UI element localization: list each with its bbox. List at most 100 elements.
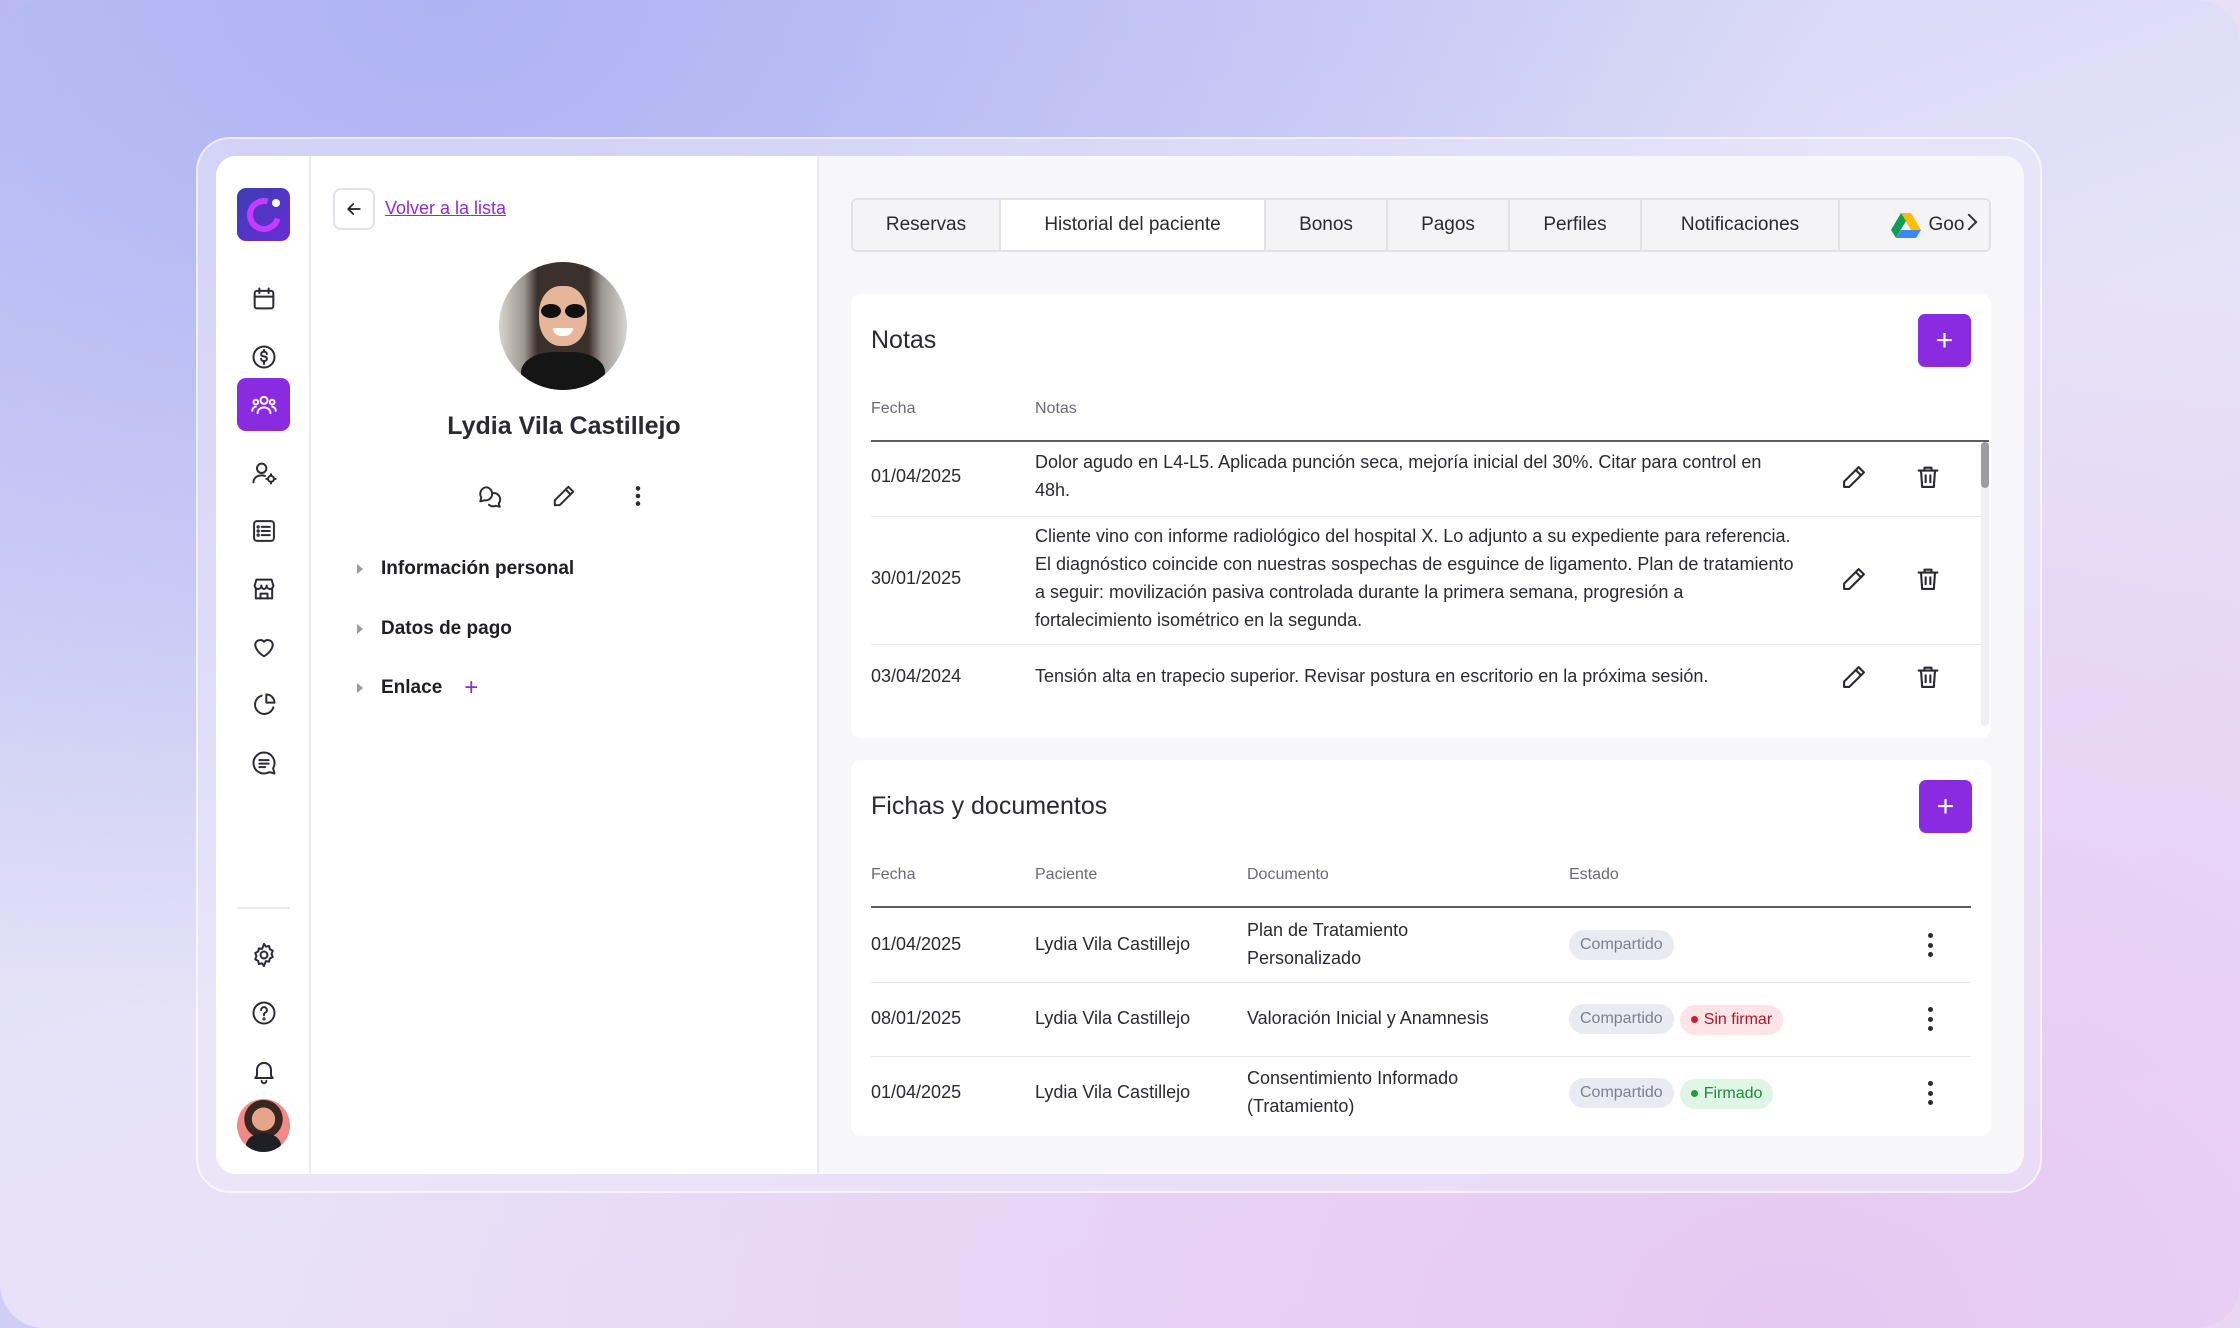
trash-icon[interactable] [1913,662,1943,692]
tab-historial[interactable]: Historial del paciente [1001,200,1266,250]
doc-name: Consentimiento Informado (Tratamiento) [1247,1068,1459,1116]
heart-icon[interactable] [237,620,290,673]
calendar-icon[interactable] [237,272,290,325]
bell-icon[interactable] [237,1044,290,1097]
scrollbar-thumb[interactable] [1981,442,1989,488]
accordion-link[interactable]: Enlace + [357,676,478,700]
patient-profile-panel: Volver a la lista Lydia Vila Castillejo … [311,156,819,1174]
message-lines-icon[interactable] [237,736,290,789]
pie-chart-icon[interactable] [237,678,290,731]
app-logo[interactable] [237,188,290,241]
tab-pagos[interactable]: Pagos [1388,200,1510,250]
arrow-left-icon [347,203,361,215]
status-badge-signed: Firmado [1679,1078,1774,1109]
doc-date: 01/04/2025 [871,934,962,954]
trash-icon[interactable] [1913,462,1943,492]
nav-rail [216,156,311,1174]
docs-header-status: Estado [1569,866,1619,883]
list-icon[interactable] [237,504,290,557]
header-divider [871,906,1971,908]
app-window: Volver a la lista Lydia Vila Castillejo … [216,156,2024,1174]
row-divider [871,644,1989,645]
doc-status: Compartido Sin firmar [1569,1003,1789,1035]
edit-icon[interactable] [1839,564,1869,594]
users-icon[interactable] [237,378,290,431]
back-button[interactable] [333,188,375,230]
row-divider [871,982,1971,983]
main-content: Reservas Historial del paciente Bonos Pa… [819,156,2024,1174]
notes-title: Notas [871,326,937,354]
edit-profile-icon[interactable] [550,482,578,510]
edit-icon[interactable] [1839,662,1869,692]
doc-date: 08/01/2025 [871,1008,962,1028]
accordion-label: Datos de pago [381,618,512,639]
tab-reservas[interactable]: Reservas [853,200,1001,250]
patient-name: Lydia Vila Castillejo [447,412,681,440]
doc-patient: Lydia Vila Castillejo [1035,934,1191,954]
doc-name: Plan de Tratamiento Personalizado [1247,920,1409,968]
profile-actions [311,482,817,510]
accordion-label: Información personal [381,558,575,579]
caret-right-icon [357,624,363,634]
status-badge-unsigned: Sin firmar [1679,1004,1784,1035]
doc-patient: Lydia Vila Castillejo [1035,1008,1191,1028]
doc-status: Compartido [1569,929,1680,960]
docs-header-document: Documento [1247,866,1329,883]
tab-google-drive[interactable]: Goo [1840,200,1989,250]
trash-icon[interactable] [1913,564,1943,594]
accordion-personal-info[interactable]: Información personal [357,558,574,580]
status-badge-shared: Compartido [1569,1004,1674,1034]
rail-divider [237,907,290,909]
back-to-list-link[interactable]: Volver a la lista [385,198,506,219]
header-divider [871,440,1989,442]
edit-icon[interactable] [1839,462,1869,492]
row-divider [871,516,1989,517]
tab-notificaciones[interactable]: Notificaciones [1642,200,1840,250]
user-settings-icon[interactable] [237,446,290,499]
status-badge-shared: Compartido [1569,1078,1674,1108]
doc-date: 01/04/2025 [871,1082,962,1102]
google-drive-icon [1890,212,1921,238]
documents-title: Fichas y documentos [871,792,1108,820]
user-avatar[interactable] [237,1099,290,1152]
accordion-payment-data[interactable]: Datos de pago [357,618,512,640]
more-vertical-icon[interactable] [624,482,652,510]
chat-icon[interactable] [476,482,504,510]
note-date: 01/04/2025 [871,466,962,486]
tab-perfiles[interactable]: Perfiles [1510,200,1642,250]
status-dot [1690,1016,1698,1023]
docs-header-patient: Paciente [1035,866,1098,883]
status-dot [1690,1090,1698,1097]
doc-patient: Lydia Vila Castillejo [1035,1082,1191,1102]
gear-icon[interactable] [237,928,290,981]
tab-bar: Reservas Historial del paciente Bonos Pa… [851,198,1991,252]
more-vertical-icon[interactable] [1925,1078,1935,1108]
store-icon[interactable] [237,562,290,615]
notes-header-notes: Notas [1035,400,1077,417]
add-link-icon[interactable]: + [464,676,478,700]
dollar-icon[interactable] [237,330,290,383]
notes-header-date: Fecha [871,400,916,417]
caret-right-icon [357,683,363,693]
more-vertical-icon[interactable] [1925,1004,1935,1034]
row-divider [871,1056,1971,1057]
badge-label: Firmado [1703,1084,1763,1102]
doc-name: Valoración Inicial y Anamnesis [1247,1008,1489,1028]
accordion-label: Enlace [381,677,443,698]
tab-label: Goo [1928,214,1965,235]
help-icon[interactable] [237,986,290,1039]
add-note-button[interactable]: + [1918,314,1971,367]
note-text: Dolor agudo en L4-L5. Aplicada punción s… [1035,452,1762,500]
docs-header-date: Fecha [871,866,916,883]
doc-status: Compartido Firmado [1569,1077,1779,1109]
badge-label: Sin firmar [1703,1010,1773,1028]
note-text: Tensión alta en trapecio superior. Revis… [1035,666,1709,686]
documents-card: Fichas y documentos + Fecha Paciente Doc… [851,760,1991,1136]
caret-right-icon [357,564,363,574]
note-text: Cliente vino con informe radiológico del… [1035,526,1794,630]
add-document-button[interactable]: + [1919,780,1972,833]
notes-scrollbar[interactable] [1981,442,1989,726]
more-vertical-icon[interactable] [1925,930,1935,960]
tab-bonos[interactable]: Bonos [1266,200,1388,250]
note-date: 30/01/2025 [871,568,962,588]
